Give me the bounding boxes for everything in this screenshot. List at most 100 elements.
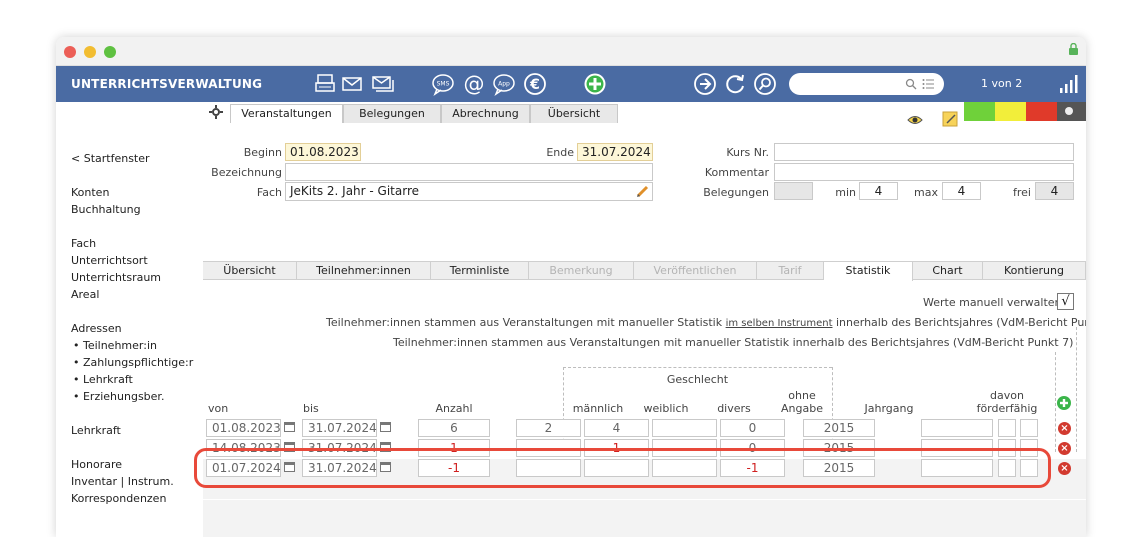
sidebar-back-link[interactable]: < Startfenster [71, 152, 150, 165]
maennlich-field[interactable]: 2 [516, 419, 581, 437]
sidebar-item-fach[interactable]: Fach [71, 237, 96, 250]
col-divider-b [1076, 327, 1077, 452]
add-icon[interactable] [583, 72, 607, 96]
sidebar-item-unterrichtsraum[interactable]: Unterrichtsraum [71, 271, 161, 284]
sidebar-item-honorare[interactable]: Honorare [71, 458, 122, 471]
tab-veranstaltungen[interactable]: Veranstaltungen [230, 104, 343, 123]
ohne-angabe-field[interactable]: 0 [720, 419, 785, 437]
tab-abrechnung[interactable]: Abrechnung [441, 104, 530, 123]
fach-label: Fach [256, 186, 282, 199]
delete-icon[interactable]: × [1058, 442, 1071, 455]
search-icon[interactable] [753, 72, 777, 96]
note-punkt-8-post: innerhalb des Berichtsjahres (VdM-Berich… [835, 316, 1086, 329]
sidebar-item-korrespondenzen[interactable]: Korrespondenzen [71, 492, 166, 505]
kurs-field[interactable] [774, 143, 1074, 161]
manual-values-checkbox[interactable]: √ [1057, 293, 1074, 310]
kommentar-field[interactable] [774, 163, 1074, 181]
mail-multi-icon[interactable] [371, 72, 395, 96]
sidebar-item-areal[interactable]: Areal [71, 288, 99, 301]
status-color-green[interactable] [964, 102, 995, 121]
note-punkt-7: Teilnehmer:innen stammen aus Veranstaltu… [393, 336, 1074, 349]
sidebar-item-unterrichtsort[interactable]: Unterrichtsort [71, 254, 148, 267]
search-input[interactable] [789, 73, 944, 95]
highlight-frame [194, 448, 1051, 488]
anzahl-field[interactable]: 6 [418, 419, 490, 437]
subtab-teilnehmer[interactable]: Teilnehmer:innen [297, 262, 431, 280]
row-flag-checkbox[interactable] [1020, 419, 1038, 437]
toolbar: UNTERRICHTSVERWALTUNG SMS @ App € 1 von … [56, 66, 1086, 102]
calendar-icon[interactable] [284, 422, 295, 432]
subtab-chart[interactable]: Chart [913, 262, 983, 280]
frei-label: frei [1013, 186, 1031, 199]
bezeichnung-field[interactable] [285, 163, 653, 181]
kurs-label: Kurs Nr. [726, 146, 769, 159]
sidebar-item-zahlungspflichtige[interactable]: • Zahlungspflichtige:r [73, 356, 193, 369]
status-color-toggle[interactable] [1057, 102, 1086, 121]
sidebar-item-lehrkraft[interactable]: Lehrkraft [71, 424, 121, 437]
subtab-veroeffentlichen: Veröffentlichen [634, 262, 757, 280]
sidebar-item-adressen[interactable]: Adressen [71, 322, 122, 335]
sidebar-item-teilnehmer[interactable]: • Teilnehmer:in [73, 339, 157, 352]
subtab-kontierung[interactable]: Kontierung [983, 262, 1086, 280]
beginn-label: Beginn [243, 146, 282, 159]
col-header-ohne-angabe: ohne Angabe [781, 389, 823, 415]
zoom-window-button[interactable] [104, 46, 116, 58]
at-icon[interactable]: @ [462, 72, 486, 96]
col-header-anzahl: Anzahl [435, 402, 473, 415]
status-color-red[interactable] [1026, 102, 1057, 121]
max-field[interactable]: 4 [942, 182, 981, 200]
manual-values-label: Werte manuell verwalten [923, 296, 1062, 309]
row-stripe [203, 520, 1086, 537]
sidebar-item-lehrkraft-adresse[interactable]: • Lehrkraft [73, 373, 133, 386]
divers-field[interactable] [652, 419, 717, 437]
gear-icon[interactable] [209, 105, 223, 119]
sidebar-item-buchhaltung[interactable]: Buchhaltung [71, 203, 141, 216]
subtab-uebersicht[interactable]: Übersicht [203, 262, 297, 280]
minimize-window-button[interactable] [84, 46, 96, 58]
add-row-icon[interactable] [1057, 396, 1071, 410]
sidebar-item-erziehungsber[interactable]: • Erziehungsber. [73, 390, 164, 403]
app-window: UNTERRICHTSVERWALTUNG SMS @ App € 1 von … [56, 37, 1086, 537]
mail-icon[interactable] [340, 72, 364, 96]
print-icon[interactable] [313, 72, 337, 96]
search-icon [905, 78, 917, 90]
same-instrument-link[interactable]: im selben Instrument [726, 318, 833, 329]
sms-icon[interactable]: SMS [431, 72, 455, 96]
subtab-statistik[interactable]: Statistik [824, 262, 913, 281]
status-color-yellow[interactable] [995, 102, 1026, 121]
tab-uebersicht[interactable]: Übersicht [530, 104, 618, 123]
euro-icon[interactable]: € [523, 72, 547, 96]
record-pager: 1 von 2 [981, 77, 1023, 90]
note-punkt-8: Teilnehmer:innen stammen aus Veranstaltu… [326, 316, 1086, 329]
beginn-field[interactable]: 01.08.2023 [285, 143, 361, 161]
app-icon[interactable]: App [492, 72, 516, 96]
min-label: min [835, 186, 856, 199]
col-header-divers: divers [717, 402, 751, 415]
list-icon[interactable] [922, 78, 934, 90]
close-window-button[interactable] [64, 46, 76, 58]
lock-icon [1069, 43, 1078, 55]
subtab-terminliste[interactable]: Terminliste [431, 262, 529, 280]
sidebar-item-inventar[interactable]: Inventar | Instrum. [71, 475, 174, 488]
von-field[interactable]: 01.08.2023 [206, 419, 281, 437]
foerderfaehig-field[interactable] [921, 419, 993, 437]
refresh-icon[interactable] [723, 72, 747, 96]
forward-icon[interactable] [693, 72, 717, 96]
bis-field[interactable]: 31.07.2024 [302, 419, 377, 437]
min-field[interactable]: 4 [859, 182, 898, 200]
weiblich-field[interactable]: 4 [584, 419, 649, 437]
note-icon[interactable] [942, 111, 958, 127]
jahrgang-field[interactable]: 2015 [803, 419, 875, 437]
delete-icon[interactable]: × [1058, 422, 1071, 435]
tab-belegungen[interactable]: Belegungen [343, 104, 441, 123]
eye-icon[interactable] [907, 114, 923, 126]
pencil-icon[interactable] [636, 185, 649, 198]
delete-icon[interactable]: × [1058, 462, 1071, 475]
row-stripe [203, 500, 1086, 520]
belegungen-field [774, 182, 813, 200]
calendar-icon[interactable] [380, 422, 391, 432]
sidebar-item-konten[interactable]: Konten [71, 186, 109, 199]
fach-field[interactable]: JeKits 2. Jahr - Gitarre [285, 182, 653, 201]
ende-field[interactable]: 31.07.2024 [577, 143, 653, 161]
row-flag-checkbox[interactable] [998, 419, 1016, 437]
